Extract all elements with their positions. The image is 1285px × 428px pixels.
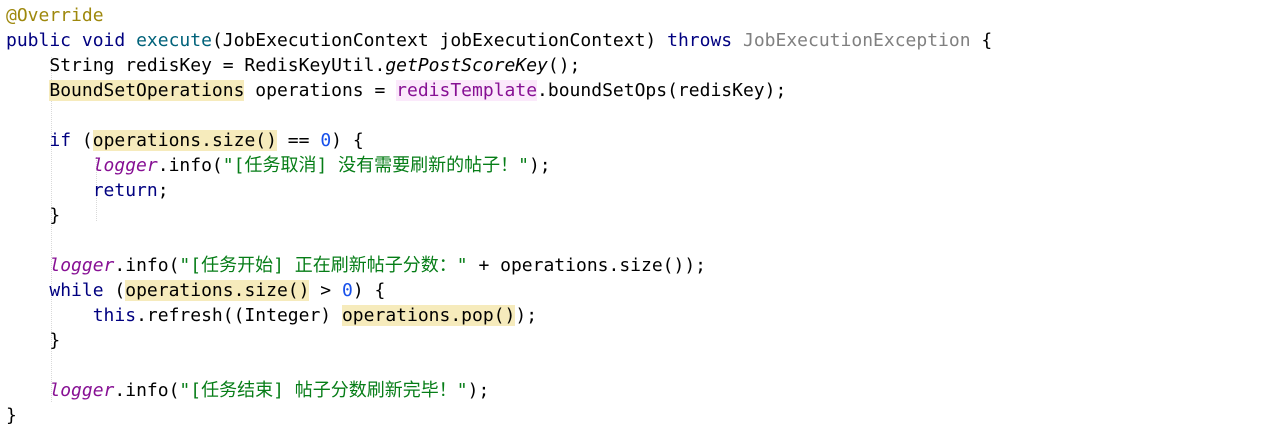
statement-close: ); [528,155,551,176]
operations-assign: operations = [244,80,397,101]
code-line-4: BoundSetOperations operations = redisTem… [6,78,992,103]
type-bound-set-operations: BoundSetOperations [49,80,245,101]
number-zero: 0 [341,280,353,301]
string-task-end: "[任务结束] 帖子分数刷新完毕！" [179,380,468,401]
refresh-call: .refresh((Integer) [136,305,342,326]
code-line-3: String redisKey = RedisKeyUtil.getPostSc… [6,53,992,78]
code-line-9: } [6,203,992,228]
info-call-open: .info( [114,255,180,276]
keyword-if: if [49,130,72,151]
code-line-8: return; [6,178,992,203]
operator-eq: == [276,130,321,151]
code-line-17: } [6,403,992,428]
paren-close-brace: ) { [331,130,364,151]
method-get-post-score-key: getPostScoreKey [385,55,548,76]
string-task-start: "[任务开始] 正在刷新帖子分数：" [179,255,468,276]
field-logger: logger [49,380,115,401]
keyword-return: return [92,180,158,201]
field-redis-template: redisTemplate [396,80,538,101]
field-logger: logger [92,155,158,176]
code-line-1: @Override [6,3,992,28]
code-line-16: logger.info("[任务结束] 帖子分数刷新完毕！"); [6,378,992,403]
operations-size-call: operations.size() [125,280,310,301]
field-logger: logger [49,255,115,276]
code-line-7: logger.info("[任务取消] 没有需要刷新的帖子！"); [6,153,992,178]
info-call-open: .info( [157,155,223,176]
brace-open: { [981,30,993,51]
info-call-open: .info( [114,380,180,401]
string-task-cancel: "[任务取消] 没有需要刷新的帖子！" [222,155,529,176]
number-zero: 0 [320,130,332,151]
keyword-while: while [49,280,104,301]
redis-key-declaration: String redisKey = RedisKeyUtil. [49,55,386,76]
annotation-override: @Override [6,5,104,26]
paren-open: ( [114,280,126,301]
statement-close: ); [515,305,538,326]
method-params: (JobExecutionContext jobExecutionContext… [211,30,657,51]
code-block[interactable]: @Override public void execute(JobExecutio… [6,3,992,428]
exception-type: JobExecutionException [742,30,971,51]
code-line-14: } [6,328,992,353]
code-line-13: this.refresh((Integer) operations.pop())… [6,303,992,328]
code-editor[interactable]: @Override public void execute(JobExecutio… [0,0,1285,428]
operations-size-call: operations.size() [92,130,277,151]
code-line-2: public void execute(JobExecutionContext … [6,28,992,53]
bound-set-ops-call: .boundSetOps(redisKey); [537,80,787,101]
semicolon: ; [157,180,169,201]
method-name-execute: execute [136,30,212,51]
brace-close: } [49,205,61,226]
code-line-6: if (operations.size() == 0) { [6,128,992,153]
code-line-11: logger.info("[任务开始] 正在刷新帖子分数：" + operati… [6,253,992,278]
statement-close: ); [467,380,490,401]
keyword-public: public [6,30,72,51]
plus-operations-size: + operations.size()); [467,255,707,276]
code-line-12: while (operations.size() > 0) { [6,278,992,303]
keyword-this: this [92,305,137,326]
operator-gt: > [309,280,342,301]
brace-close: } [6,405,17,426]
paren-close-brace: ) { [352,280,386,301]
operations-pop-call: operations.pop() [341,305,516,326]
paren-open: ( [81,130,93,151]
call-end: (); [547,55,581,76]
keyword-void: void [81,30,126,51]
keyword-throws: throws [667,30,733,51]
brace-close: } [49,330,61,351]
